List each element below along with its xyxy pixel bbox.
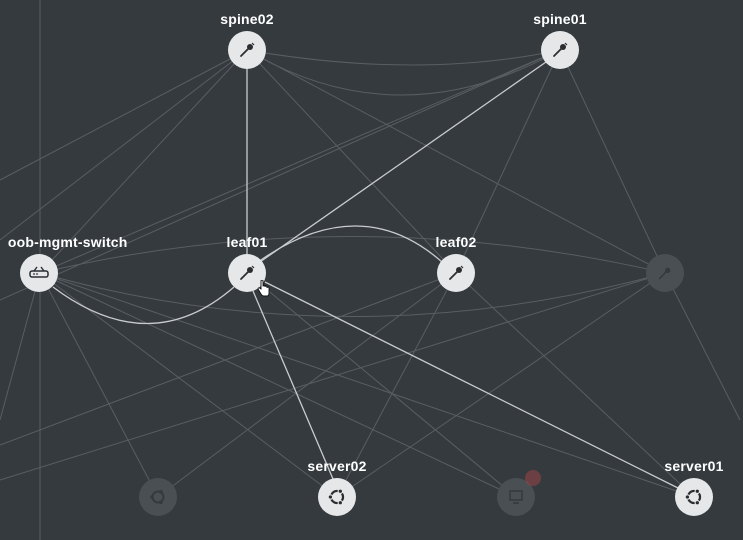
ubuntu-icon bbox=[327, 488, 345, 506]
edge-faint bbox=[0, 49, 248, 181]
switch-pin-icon bbox=[449, 265, 464, 280]
node-leaf01[interactable]: leaf01 bbox=[227, 234, 267, 292]
node-label: server02 bbox=[307, 458, 367, 474]
switch-pin-icon bbox=[553, 42, 568, 57]
host-icon bbox=[509, 490, 523, 504]
node-label: server01 bbox=[664, 458, 724, 474]
node-leaf02[interactable]: leaf02 bbox=[436, 234, 476, 292]
router-icon bbox=[29, 266, 49, 278]
switch-pin-icon bbox=[240, 42, 255, 57]
edge-faint bbox=[39, 272, 666, 317]
node-server02[interactable]: server02 bbox=[307, 458, 366, 516]
alert-badge bbox=[525, 470, 541, 486]
edge-faint bbox=[39, 272, 159, 498]
ubuntu-icon bbox=[684, 488, 702, 506]
edge-faint bbox=[0, 49, 248, 241]
ubuntu-icon bbox=[150, 490, 165, 504]
node-label: leaf02 bbox=[435, 234, 477, 250]
edge-faint bbox=[39, 272, 517, 498]
switch-pin-icon bbox=[658, 267, 671, 280]
node-oob-mgmt-switch[interactable]: oob-mgmt-switch bbox=[8, 234, 127, 292]
node-dimmed-server[interactable] bbox=[139, 478, 177, 516]
node-label: spine01 bbox=[533, 11, 587, 27]
node-spine02[interactable]: spine02 bbox=[220, 11, 274, 69]
edge-faint bbox=[246, 272, 517, 498]
edge-leaf01-server02 bbox=[252, 290, 334, 480]
node-label: oob-mgmt-switch bbox=[7, 234, 128, 250]
topology-edges bbox=[0, 0, 741, 540]
edge-faint bbox=[0, 272, 41, 421]
edge-leaf01-oob bbox=[52, 286, 235, 324]
node-dimmed-switch[interactable] bbox=[646, 254, 684, 292]
edge-faint bbox=[246, 49, 457, 274]
node-label: leaf01 bbox=[226, 234, 268, 250]
edge-faint bbox=[559, 49, 666, 274]
edge-leaf01-spine01 bbox=[259, 61, 547, 263]
node-label: spine02 bbox=[220, 11, 274, 27]
node-dimmed-host[interactable] bbox=[497, 470, 541, 516]
switch-pin-icon bbox=[240, 265, 255, 280]
node-spine01[interactable]: spine01 bbox=[533, 11, 587, 69]
edge-faint bbox=[39, 236, 666, 274]
edge-faint bbox=[664, 272, 741, 421]
edge-faint bbox=[246, 49, 561, 66]
topology-canvas[interactable]: spine02 spine01 oob-mgmt-switch leaf01 l… bbox=[0, 0, 743, 540]
node-server01[interactable]: server01 bbox=[664, 458, 723, 516]
edge-faint bbox=[455, 272, 695, 498]
